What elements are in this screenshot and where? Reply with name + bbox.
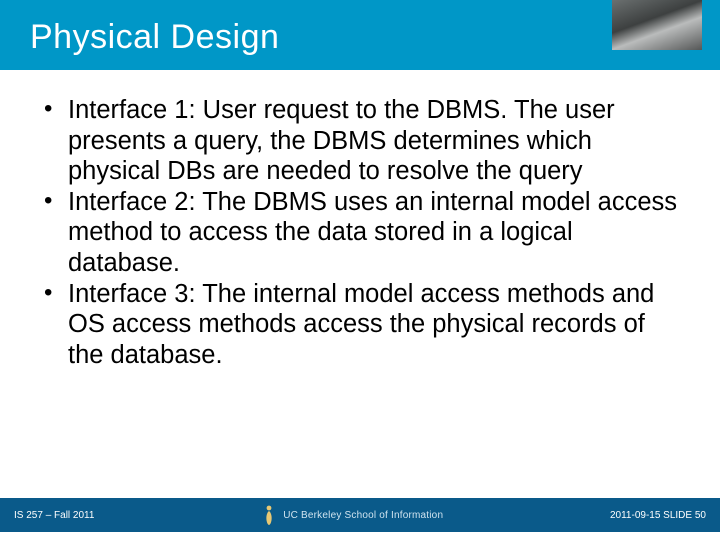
footer-logo: UC Berkeley School of Information: [261, 504, 443, 526]
decorative-photo: [612, 0, 702, 50]
ischool-logo-icon: [261, 504, 277, 526]
list-item: Interface 1: User request to the DBMS. T…: [38, 95, 678, 187]
footer-course-label: IS 257 – Fall 2011: [14, 510, 94, 521]
footer-date-slide: 2011-09-15 SLIDE 50: [610, 510, 706, 521]
footer-band: IS 257 – Fall 2011 UC Berkeley School of…: [0, 498, 720, 532]
list-item: Interface 3: The internal model access m…: [38, 279, 678, 371]
slide-title: Physical Design: [30, 18, 279, 57]
bullet-list: Interface 1: User request to the DBMS. T…: [38, 95, 678, 370]
footer-logo-text: UC Berkeley School of Information: [283, 510, 443, 521]
title-band: Physical Design: [0, 0, 720, 70]
slide: Physical Design Interface 1: User reques…: [0, 0, 720, 540]
list-item: Interface 2: The DBMS uses an internal m…: [38, 187, 678, 279]
body-content: Interface 1: User request to the DBMS. T…: [38, 95, 678, 370]
